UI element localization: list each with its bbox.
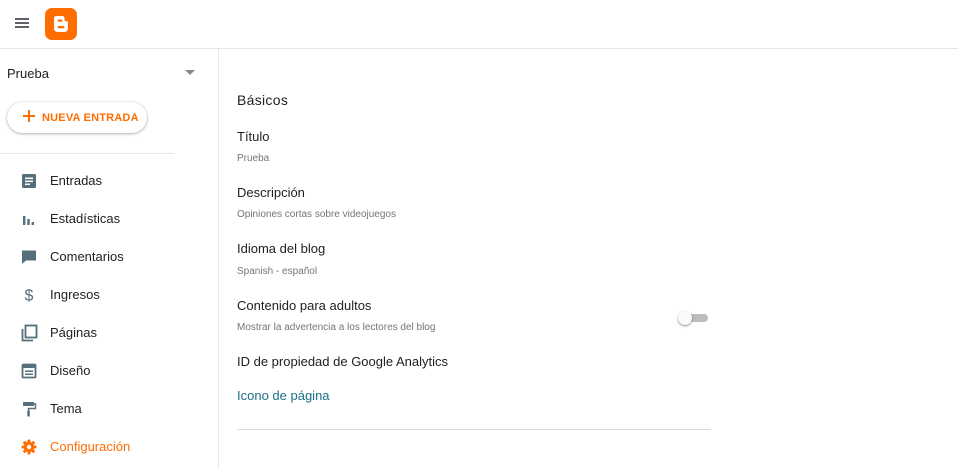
top-app-bar xyxy=(0,0,958,49)
stats-icon xyxy=(23,216,34,225)
sidebar-item-layout[interactable]: Diseño xyxy=(0,351,218,389)
sidebar-item-label: Entradas xyxy=(50,173,103,188)
description-setting[interactable]: Descripción xyxy=(237,185,305,200)
sidebar-item-earnings[interactable]: $ Ingresos xyxy=(0,275,218,313)
layout-icon xyxy=(21,363,37,379)
caret-down-icon xyxy=(185,70,195,75)
title-value: Prueba xyxy=(237,153,270,164)
settings-panel: Básicos Título Prueba Descripción Opinio… xyxy=(237,49,711,469)
new-post-label: NUEVA ENTRADA xyxy=(42,112,139,124)
adult-content-toggle[interactable] xyxy=(678,311,710,325)
pages-icon xyxy=(21,324,38,342)
gear-icon xyxy=(21,439,37,455)
language-setting[interactable]: Idioma del blog xyxy=(237,241,325,256)
plus-icon xyxy=(23,110,35,122)
blog-selector[interactable]: Prueba xyxy=(0,61,210,87)
sidebar-item-label: Comentarios xyxy=(50,249,124,264)
sidebar-item-posts[interactable]: Entradas xyxy=(0,161,218,199)
sidebar-item-label: Configuración xyxy=(50,439,131,454)
blogger-logo[interactable] xyxy=(45,8,77,40)
blog-name: Prueba xyxy=(7,66,49,81)
favicon-link[interactable]: Icono de página xyxy=(237,388,330,403)
analytics-id-setting[interactable]: ID de propiedad de Google Analytics xyxy=(237,354,448,369)
sidebar-item-label: Ingresos xyxy=(50,287,100,302)
new-post-button[interactable]: NUEVA ENTRADA xyxy=(7,102,147,133)
language-value: Spanish - español xyxy=(237,266,318,277)
toggle-knob xyxy=(678,311,692,325)
sidebar-item-stats[interactable]: Estadísticas xyxy=(0,199,218,237)
sidebar-item-label: Páginas xyxy=(50,325,97,340)
section-title: Básicos xyxy=(237,92,289,108)
section-divider xyxy=(237,429,711,430)
description-value: Opiniones cortas sobre videojuegos xyxy=(237,209,396,220)
hamburger-menu-icon[interactable] xyxy=(13,14,33,32)
sidebar-divider xyxy=(0,153,174,154)
sidebar-item-pages[interactable]: Páginas xyxy=(0,313,218,351)
dollar-icon: $ xyxy=(25,288,34,305)
posts-icon xyxy=(22,174,36,188)
sidebar-item-theme[interactable]: Tema xyxy=(0,389,218,427)
sidebar-item-label: Tema xyxy=(50,401,82,416)
sidebar-item-label: Diseño xyxy=(50,363,91,378)
title-setting[interactable]: Título xyxy=(237,129,270,144)
adult-content-description: Mostrar la advertencia a los lectores de… xyxy=(237,322,436,333)
sidebar: Prueba NUEVA ENTRADA Entradas Estadístic… xyxy=(0,49,219,469)
svg-text:$: $ xyxy=(25,288,34,305)
adult-content-setting: Contenido para adultos xyxy=(237,298,372,313)
sidebar-item-comments[interactable]: Comentarios xyxy=(0,237,218,275)
sidebar-item-settings[interactable]: Configuración xyxy=(0,427,218,465)
comments-icon xyxy=(22,250,36,264)
sidebar-item-label: Estadísticas xyxy=(50,211,121,226)
paint-roller-icon xyxy=(23,402,37,417)
